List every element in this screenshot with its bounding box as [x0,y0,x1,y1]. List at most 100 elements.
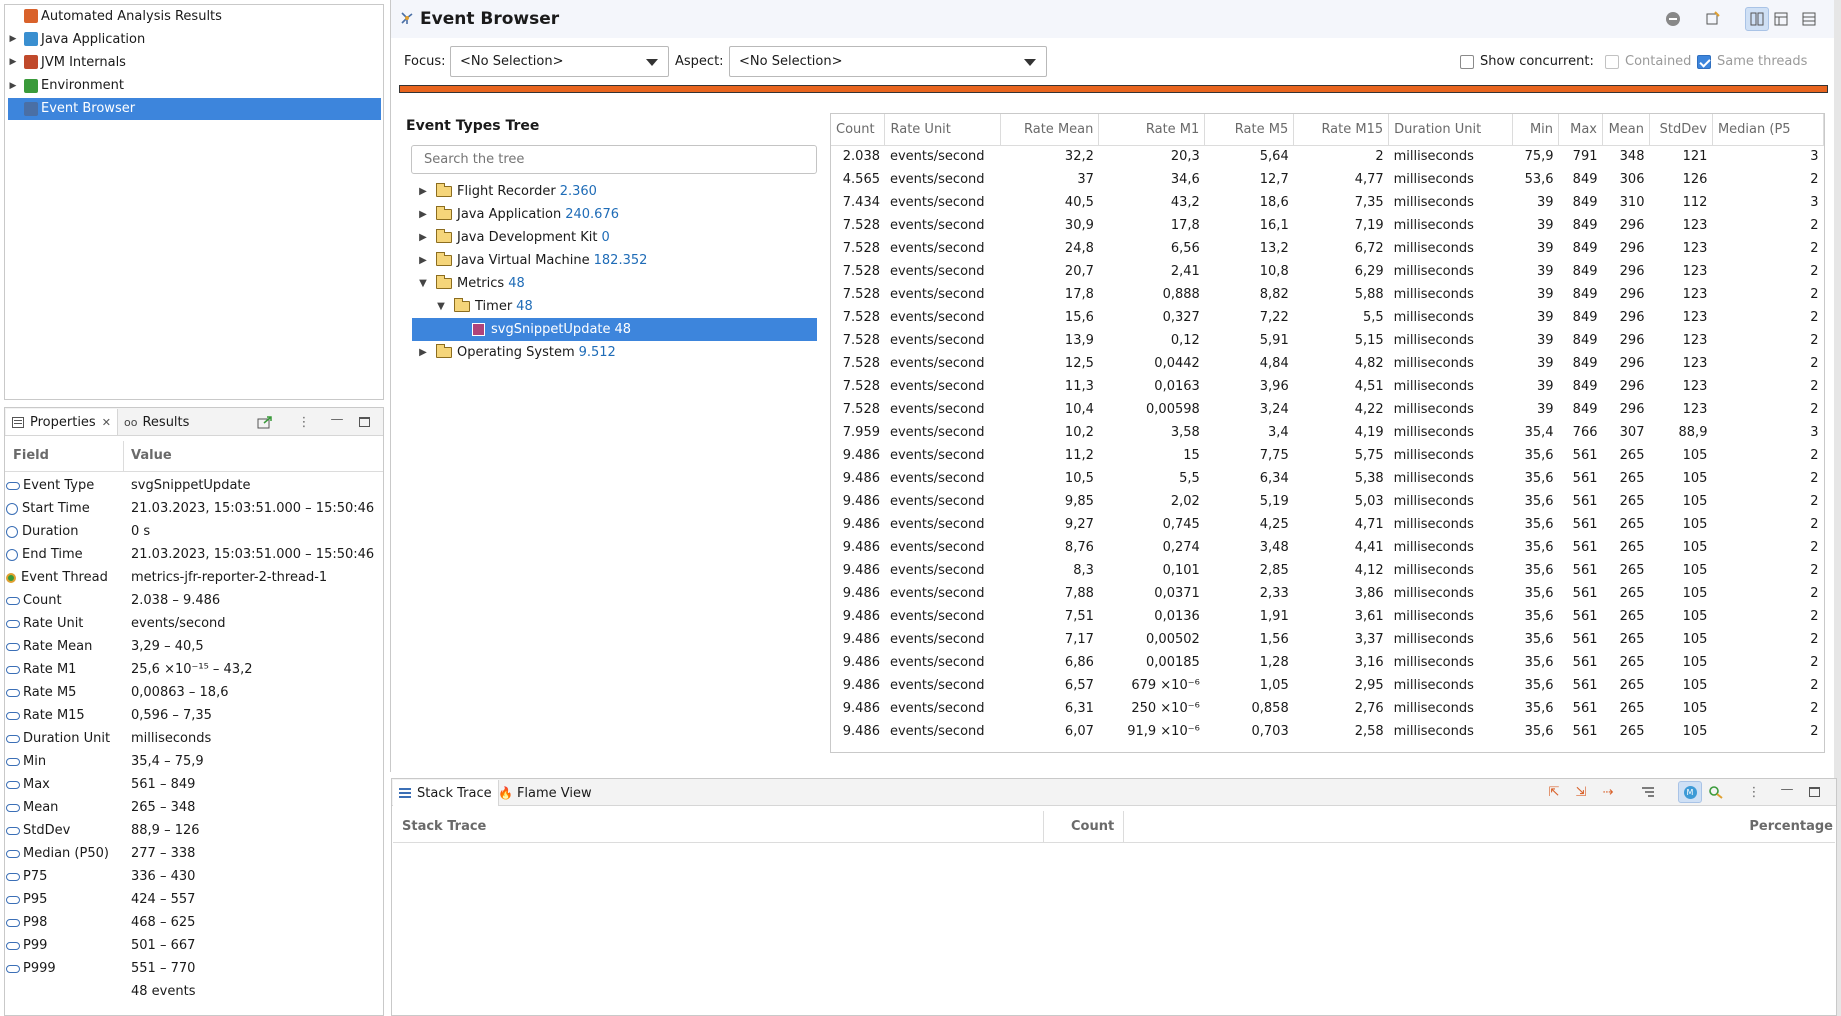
count-column-header[interactable]: Count [1071,819,1114,834]
stack-trace-column-header[interactable]: Stack Trace [402,819,486,834]
table-row[interactable]: 7.528 events/second 13,9 0,12 5,91 5,15 millis… [831,329,1824,352]
property-row[interactable]: P75 336 – 430 [6,865,382,888]
column-header[interactable]: Duration Unit [1388,114,1514,146]
outline-item[interactable]: Automated Analysis Results [8,5,381,27]
timeline-bar[interactable] [399,85,1828,93]
tree-layout-icon[interactable] [1745,7,1769,31]
expand-icon[interactable]: ⇲ [1572,783,1590,801]
table-row[interactable]: 9.486 events/second 6,07 91,9 ×10⁻⁶ 0,703 2,5… [831,720,1824,743]
table-row[interactable]: 9.486 events/second 7,88 0,0371 2,33 3,86 mill… [831,582,1824,605]
table-row[interactable]: 9.486 events/second 10,5 5,5 6,34 5,38 millise… [831,467,1824,490]
tree-item[interactable]: ▶ Flight Recorder 2.360 [412,180,817,203]
chevron-right-icon[interactable]: ▶ [416,209,430,220]
table-row[interactable]: 7.528 events/second 10,4 0,00598 3,24 4,22 mil… [831,398,1824,421]
chevron-right-icon[interactable]: ▶ [416,255,430,266]
same-threads-check[interactable] [1697,54,1711,69]
column-header[interactable]: Rate M5 [1204,114,1295,146]
table-row[interactable]: 7.528 events/second 15,6 0,327 7,22 5,5 millis… [831,306,1824,329]
property-row[interactable]: StdDev 88,9 – 126 [6,819,382,842]
tab-stack-trace[interactable]: Stack Trace [393,780,499,806]
column-header[interactable]: StdDev [1649,114,1713,146]
table-row[interactable]: 9.486 events/second 8,76 0,274 3,48 4,41 milli… [831,536,1824,559]
show-concurrent-checkbox[interactable]: Show concurrent: [1460,54,1594,69]
column-header[interactable]: Median (P5 [1712,114,1824,146]
group-icon[interactable]: ⇢ [1599,783,1617,801]
value-column-header[interactable]: Value [131,448,172,463]
table-row[interactable]: 2.038 events/second 32,2 20,3 5,64 2 milliseco… [831,145,1824,168]
chevron-right-icon[interactable]: ▶ [416,232,430,243]
minimize-icon[interactable]: — [328,410,346,428]
list-layout-icon[interactable] [1772,10,1790,28]
table-row[interactable]: 9.486 events/second 8,3 0,101 2,85 4,12 millis… [831,559,1824,582]
outline-item[interactable]: ▶ Java Application [8,28,381,50]
table-row[interactable]: 9.486 events/second 6,57 679 ×10⁻⁶ 1,05 2,95 m… [831,674,1824,697]
stop-icon[interactable] [1664,10,1682,28]
contained-check[interactable] [1605,54,1619,69]
table-row[interactable]: 9.486 events/second 6,86 0,00185 1,28 3,16 mil… [831,651,1824,674]
same-threads-checkbox[interactable]: Same threads [1697,54,1807,69]
property-row[interactable]: P95 424 – 557 [6,888,382,911]
tree-item[interactable]: ▶ Java Application 240.676 [412,203,817,226]
show-concurrent-check[interactable] [1460,54,1474,69]
property-row[interactable]: Max 561 – 849 [6,773,382,796]
column-header[interactable]: Rate M1 [1098,114,1206,146]
tree-item[interactable]: ▶ Java Development Kit 0 [412,226,817,249]
table-row[interactable]: 7.528 events/second 17,8 0,888 8,82 5,88 milli… [831,283,1824,306]
table-row[interactable]: 7.528 events/second 30,9 17,8 16,1 7,19 millis… [831,214,1824,237]
property-row[interactable]: P98 468 – 625 [6,911,382,934]
chevron-right-icon[interactable]: ▶ [416,347,430,358]
tree-item[interactable]: svgSnippetUpdate 48 [412,318,817,341]
property-row[interactable]: Event Type svgSnippetUpdate [6,474,382,497]
tree-item[interactable]: ▼ Timer 48 [412,295,817,318]
property-row[interactable]: Rate M1 25,6 ×10⁻¹⁵ – 43,2 [6,658,382,681]
column-header[interactable]: Rate Unit [884,114,1002,146]
tab-properties[interactable]: Properties ✕ [6,409,118,435]
table-row[interactable]: 9.486 events/second 6,31 250 ×10⁻⁶ 0,858 2,76… [831,697,1824,720]
aspect-select[interactable]: <No Selection> [729,46,1047,77]
property-row[interactable]: Count 2.038 – 9.486 [6,589,382,612]
add-page-icon[interactable] [1704,10,1722,28]
table-row[interactable]: 7.528 events/second 11,3 0,0163 3,96 4,51 mill… [831,375,1824,398]
chevron-right-icon[interactable]: ▶ [416,186,430,197]
column-header[interactable]: Max [1558,114,1603,146]
property-row[interactable]: Mean 265 – 348 [6,796,382,819]
table-row[interactable]: 9.486 events/second 9,85 2,02 5,19 5,03 millis… [831,490,1824,513]
table-row[interactable]: 7.434 events/second 40,5 43,2 18,6 7,35 millis… [831,191,1824,214]
chevron-down-icon[interactable]: ▼ [416,278,430,289]
tab-results[interactable]: oo Results [118,409,195,435]
property-row[interactable]: Duration Unit milliseconds [6,727,382,750]
property-row[interactable]: P99 501 – 667 [6,934,382,957]
tree-view-icon[interactable] [1639,783,1657,801]
table-row[interactable]: 9.486 events/second 9,27 0,745 4,25 4,71 milli… [831,513,1824,536]
property-row[interactable]: Start Time 21.03.2023, 15:03:51.000 – 15:… [6,497,382,520]
property-row[interactable]: End Time 21.03.2023, 15:03:51.000 – 15:50… [6,543,382,566]
property-row[interactable]: Duration 0 s [6,520,382,543]
property-row[interactable]: Median (P50) 277 – 338 [6,842,382,865]
table-row[interactable]: 9.486 events/second 7,17 0,00502 1,56 3,37 mil… [831,628,1824,651]
export-icon[interactable] [256,413,274,431]
view-menu-icon[interactable]: ⋮ [1745,783,1763,801]
column-header[interactable]: Count [831,114,886,146]
field-column-header[interactable]: Field [13,448,49,463]
column-header[interactable]: Rate M15 [1293,114,1390,146]
view-menu-icon[interactable]: ⋮ [295,413,313,431]
property-row[interactable]: Rate Unit events/second [6,612,382,635]
tree-item[interactable]: ▼ Metrics 48 [412,272,817,295]
tab-flame-view[interactable]: 🔥 Flame View [492,780,598,806]
property-row[interactable]: Rate Mean 3,29 – 40,5 [6,635,382,658]
table-row[interactable]: 4.565 events/second 37 34,6 12,7 4,77 millisec… [831,168,1824,191]
outline-item[interactable]: Event Browser [8,97,381,120]
minimize-icon[interactable]: — [1778,780,1796,798]
property-row[interactable]: Min 35,4 – 75,9 [6,750,382,773]
chevron-right-icon[interactable]: ▶ [8,81,18,91]
column-header[interactable]: Rate Mean [1000,114,1100,146]
tree-item[interactable]: ▶ Java Virtual Machine 182.352 [412,249,817,272]
contained-checkbox[interactable]: Contained [1605,54,1691,69]
property-row[interactable]: 48 events [6,980,382,1003]
collapse-up-icon[interactable]: ⇱ [1545,783,1563,801]
focus-select[interactable]: <No Selection> [450,46,669,77]
percentage-column-header[interactable]: Percentage [1749,819,1833,834]
thread-filter-icon[interactable] [1707,783,1725,801]
outline-item[interactable]: ▶ JVM Internals [8,51,381,73]
table-row[interactable]: 9.486 events/second 7,51 0,0136 1,91 3,61 mill… [831,605,1824,628]
